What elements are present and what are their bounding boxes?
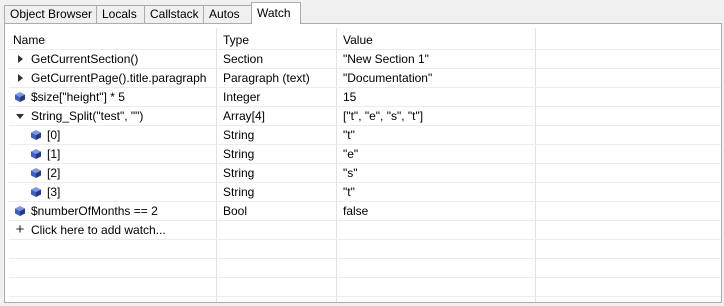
watch-type: Integer [223, 90, 261, 104]
tab-autos[interactable]: Autos [203, 5, 252, 23]
empty-row [9, 278, 721, 297]
expand-right-icon[interactable] [15, 69, 25, 87]
column-header-value[interactable]: Value [343, 31, 533, 49]
watch-value: "s" [343, 166, 358, 180]
watch-name: [3] [47, 185, 61, 199]
watch-name: [1] [47, 147, 61, 161]
watch-type: Paragraph (text) [223, 71, 310, 85]
tab-object-browser[interactable]: Object Browser [4, 5, 97, 23]
watch-name: $size["height"] * 5 [31, 90, 125, 104]
watch-type: String [223, 185, 255, 199]
watch-panel: Name Type Value GetCurrentSection() Sect… [4, 23, 722, 303]
add-watch-row[interactable]: + Click here to add watch... [9, 221, 721, 240]
variable-cube-icon [15, 206, 25, 216]
watch-type: Array[4] [223, 109, 266, 123]
watch-row[interactable]: GetCurrentPage().title.paragraph Paragra… [9, 69, 721, 88]
watch-name: GetCurrentSection() [31, 52, 139, 66]
watch-value: "Documentation" [343, 71, 433, 85]
watch-value: "t" [343, 185, 355, 199]
watch-value: "t" [343, 128, 355, 142]
add-watch-label[interactable]: Click here to add watch... [31, 221, 166, 239]
column-header-row: Name Type Value [9, 31, 721, 50]
watch-value: "e" [343, 147, 359, 161]
variable-cube-icon [31, 168, 41, 178]
empty-row [9, 259, 721, 278]
watch-name: [0] [47, 128, 61, 142]
watch-row[interactable]: [2] String "s" [9, 164, 721, 183]
watch-name: GetCurrentPage().title.paragraph [31, 71, 207, 85]
expanded-down-icon[interactable] [15, 107, 25, 125]
watch-row[interactable]: String_Split("test", "") Array[4] ["t", … [9, 107, 721, 126]
tab-locals[interactable]: Locals [96, 5, 145, 23]
watch-value: ["t", "e", "s", "t"] [343, 109, 424, 123]
watch-value: false [343, 204, 369, 218]
variable-cube-icon [31, 149, 41, 159]
watch-row[interactable]: [1] String "e" [9, 145, 721, 164]
watch-value: "New Section 1" [343, 52, 429, 66]
variable-cube-icon [31, 130, 41, 140]
tab-watch[interactable]: Watch [251, 2, 301, 24]
watch-value: 15 [343, 90, 357, 104]
watch-name: [2] [47, 166, 61, 180]
watch-row[interactable]: $size["height"] * 5 Integer 15 [9, 88, 721, 107]
watch-row[interactable]: $numberOfMonths == 2 Bool false [9, 202, 721, 221]
tab-bar: Object Browser Locals Callstack Autos Wa… [0, 0, 724, 25]
tab-callstack[interactable]: Callstack [144, 5, 204, 23]
variable-cube-icon [15, 92, 25, 102]
variable-cube-icon [31, 187, 41, 197]
column-header-name[interactable]: Name [13, 31, 221, 49]
plus-icon: + [15, 221, 25, 238]
watch-type: Bool [223, 204, 248, 218]
expand-right-icon[interactable] [15, 50, 25, 68]
watch-type: String [223, 147, 255, 161]
watch-row[interactable]: [3] String "t" [9, 183, 721, 202]
watch-type: String [223, 166, 255, 180]
watch-name: $numberOfMonths == 2 [31, 204, 158, 218]
watch-row[interactable]: [0] String "t" [9, 126, 721, 145]
column-header-type[interactable]: Type [223, 31, 337, 49]
watch-name: String_Split("test", "") [31, 109, 144, 123]
watch-type: String [223, 128, 255, 142]
watch-type: Section [223, 52, 264, 66]
watch-row[interactable]: GetCurrentSection() Section "New Section… [9, 50, 721, 69]
empty-row [9, 240, 721, 259]
